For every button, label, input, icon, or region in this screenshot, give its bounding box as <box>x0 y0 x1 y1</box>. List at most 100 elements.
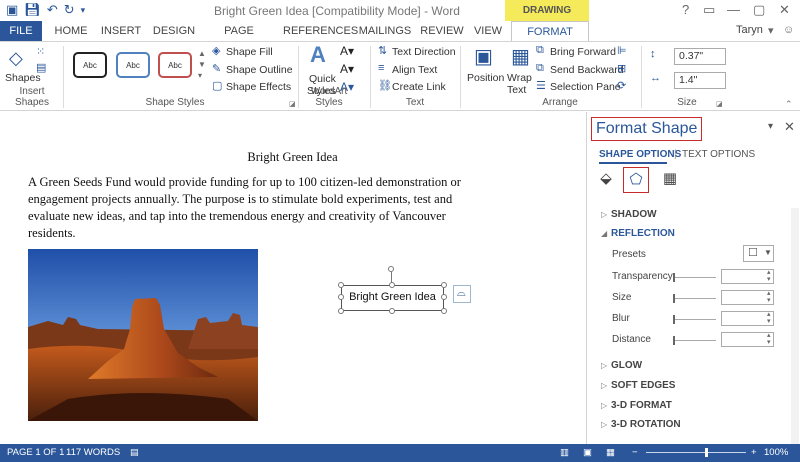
blur-spinner[interactable] <box>721 311 774 326</box>
tab-shape-options[interactable]: SHAPE OPTIONS <box>599 149 681 160</box>
blur-slider[interactable] <box>673 315 716 324</box>
shape-effects-button[interactable]: Shape Effects <box>226 81 291 93</box>
resize-handle-bottom-left[interactable] <box>338 308 344 314</box>
minimize-icon[interactable]: — <box>727 2 740 17</box>
pane-options-chevron-icon[interactable]: ▾ <box>768 121 773 132</box>
help-icon[interactable]: ? <box>682 2 689 17</box>
user-name[interactable]: Taryn <box>736 24 763 36</box>
send-backward-button[interactable]: Send Backward <box>550 64 624 76</box>
section-shadow[interactable]: ▷ SHADOW <box>601 209 657 220</box>
tab-mailings[interactable]: MAILINGS <box>358 21 412 41</box>
close-icon[interactable]: ✕ <box>779 2 790 18</box>
tab-home[interactable]: HOME <box>50 21 92 41</box>
save-icon[interactable]: 💾︎ <box>24 2 41 18</box>
textbox-text[interactable]: Bright Green Idea <box>342 291 443 303</box>
zoom-out-icon[interactable]: − <box>632 447 638 458</box>
wrap-text-button-line2[interactable]: Text <box>507 84 526 96</box>
align-text-icon[interactable]: ≡ <box>378 62 384 74</box>
quick-styles-icon[interactable]: A <box>310 42 326 68</box>
edit-shape-icon[interactable]: ⁙ <box>36 45 45 58</box>
dialog-launcher-icon[interactable]: ◪ <box>289 100 296 108</box>
create-link-button[interactable]: Create Link <box>392 81 446 93</box>
print-layout-icon[interactable]: ▣ <box>583 447 592 458</box>
layout-properties-icon[interactable]: ▦ <box>657 167 683 193</box>
user-avatar-icon[interactable]: ☺ <box>783 24 794 36</box>
shape-width-input[interactable]: 1.4" <box>674 72 726 89</box>
zoom-slider[interactable] <box>646 452 746 453</box>
pane-scrollbar[interactable] <box>791 208 799 444</box>
size-dialog-launcher-icon[interactable]: ◪ <box>716 100 723 108</box>
selection-pane-icon[interactable]: ☰ <box>536 79 546 92</box>
section-3d-format[interactable]: ▷ 3-D FORMAT <box>601 400 672 411</box>
text-fill-icon[interactable]: A▾ <box>340 44 354 58</box>
maximize-icon[interactable]: ▢ <box>753 2 765 18</box>
tab-file[interactable]: FILE <box>0 21 42 41</box>
group-objects-icon[interactable]: ⊞ <box>617 62 626 75</box>
tab-format[interactable]: FORMAT <box>511 21 589 42</box>
resize-handle-bottom-right[interactable] <box>441 308 447 314</box>
document-area[interactable]: Bright Green Idea A Green Seeds Fund wou… <box>0 112 585 444</box>
text-outline-icon[interactable]: A▾ <box>340 62 354 76</box>
bring-forward-icon[interactable]: ⧉ <box>536 44 544 57</box>
shape-outline-button[interactable]: Shape Outline <box>226 64 293 76</box>
collapse-ribbon-icon[interactable]: ⌃ <box>785 99 793 110</box>
section-soft-edges[interactable]: ▷ SOFT EDGES <box>601 380 675 391</box>
transparency-spinner[interactable] <box>721 269 774 284</box>
effects-icon[interactable]: ⬠ <box>623 167 649 193</box>
distance-slider[interactable] <box>673 336 716 345</box>
shape-outline-icon[interactable]: ✎ <box>212 62 221 75</box>
position-button[interactable]: Position <box>467 72 504 84</box>
redo-icon[interactable]: ↻ <box>64 2 75 18</box>
zoom-slider-thumb[interactable] <box>705 448 708 457</box>
tab-review[interactable]: REVIEW <box>420 21 464 41</box>
tab-insert[interactable]: INSERT <box>98 21 144 41</box>
align-text-button[interactable]: Align Text <box>392 64 437 76</box>
tab-references[interactable]: REFERENCES <box>283 21 358 41</box>
section-glow[interactable]: ▷ GLOW <box>601 360 642 371</box>
size-spinner[interactable] <box>721 290 774 305</box>
wrap-text-button-line1[interactable]: Wrap <box>507 72 532 84</box>
word-count[interactable]: 117 WORDS <box>66 447 120 458</box>
resize-handle-bottom[interactable] <box>389 308 395 314</box>
size-slider[interactable] <box>673 294 716 303</box>
user-menu-chevron-icon[interactable]: ▾ <box>768 24 774 37</box>
ribbon-display-icon[interactable]: ▭ <box>703 2 715 18</box>
resize-handle-top-left[interactable] <box>338 282 344 288</box>
shapes-button[interactable]: Shapes <box>5 72 41 84</box>
text-direction-icon[interactable]: ⇅ <box>378 44 387 57</box>
shape-fill-icon[interactable]: ◈ <box>212 44 220 57</box>
styles-scroll-icon[interactable]: ▲ ▼ ▾ <box>198 48 206 81</box>
undo-icon[interactable]: ↶ <box>47 2 58 18</box>
shape-style-thumb-black[interactable]: Abc <box>73 52 107 78</box>
resize-handle-right[interactable] <box>441 294 447 300</box>
resize-handle-top-right[interactable] <box>441 282 447 288</box>
web-layout-icon[interactable]: ▦ <box>606 447 615 458</box>
shape-height-input[interactable]: 0.37" <box>674 48 726 65</box>
shape-style-thumb-red[interactable]: Abc <box>158 52 192 78</box>
selection-pane-button[interactable]: Selection Pane <box>550 81 621 93</box>
distance-spinner[interactable] <box>721 332 774 347</box>
pane-close-icon[interactable]: ✕ <box>784 119 795 135</box>
send-backward-icon[interactable]: ⧉ <box>536 62 544 75</box>
tab-design[interactable]: DESIGN <box>151 21 197 41</box>
resize-handle-top[interactable] <box>389 282 395 288</box>
shapes-icon[interactable]: ◇ <box>9 48 23 69</box>
transparency-slider[interactable] <box>673 273 716 282</box>
tab-page-layout[interactable]: PAGE LAYOUT <box>203 21 275 57</box>
section-3d-rotation[interactable]: ▷ 3-D ROTATION <box>601 419 681 430</box>
bring-forward-button[interactable]: Bring Forward <box>550 46 616 58</box>
rotate-objects-icon[interactable]: ⟳ <box>617 79 626 92</box>
section-reflection[interactable]: ◢ REFLECTION <box>601 228 675 239</box>
resize-handle-left[interactable] <box>338 294 344 300</box>
zoom-in-icon[interactable]: + <box>751 447 757 458</box>
quick-styles-button-line1[interactable]: Quick <box>309 73 336 85</box>
align-objects-icon[interactable]: ⊫ <box>617 44 627 57</box>
tab-text-options[interactable]: TEXT OPTIONS <box>682 149 755 160</box>
text-direction-button[interactable]: Text Direction <box>392 46 456 58</box>
desert-butte-photo[interactable] <box>28 249 258 421</box>
fill-line-icon[interactable]: ⬙ <box>593 167 619 193</box>
word-app-icon[interactable]: ▣ <box>6 2 18 18</box>
shape-effects-icon[interactable]: ▢ <box>212 79 222 92</box>
page-count[interactable]: PAGE 1 OF 1 <box>7 447 64 458</box>
position-icon[interactable]: ▣ <box>474 44 493 69</box>
